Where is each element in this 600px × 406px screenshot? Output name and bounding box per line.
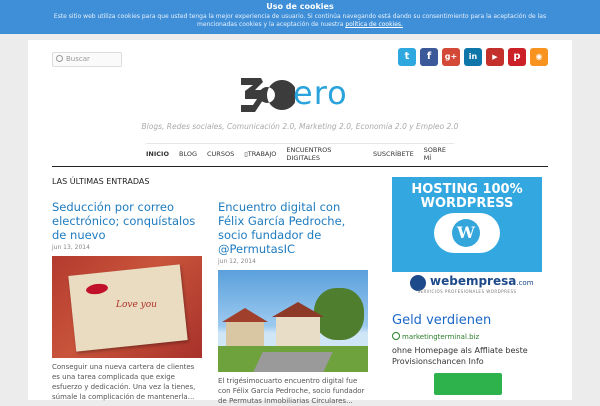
ad-headline: HOSTING 100% WORDPRESS: [411, 182, 523, 211]
post-date: jun 13, 2014: [52, 244, 90, 251]
facebook-icon[interactable]: f: [420, 48, 438, 66]
hosting-banner-ad[interactable]: HOSTING 100% WORDPRESS W webempresa.com …: [392, 177, 542, 299]
post-title[interactable]: Encuentro digital con Félix García Pedro…: [218, 200, 370, 256]
cookie-policy-link[interactable]: política de cookies.: [345, 21, 403, 28]
post-excerpt: El trigésimocuarto encuentro digital fue…: [218, 377, 365, 405]
google-plus-icon[interactable]: g+: [442, 48, 460, 66]
nav-item-trabajo[interactable]: ▯TRABAJO: [244, 150, 276, 158]
ad-brand: webempresa.com: [430, 274, 534, 288]
nav-item-sobre-mi[interactable]: SOBRE MÍ: [424, 146, 454, 162]
site-tagline: Blogs, Redes sociales, Comunicación 2.0,…: [141, 122, 459, 131]
roof-shape: [222, 308, 268, 322]
ad-brand-suffix: .com: [516, 279, 534, 287]
house-shape: [276, 316, 320, 346]
nav-item-trabajo-label: TRABAJO: [247, 150, 277, 158]
post-card: Seducción por correo electrónico; conquí…: [52, 200, 204, 402]
roof-shape: [272, 302, 324, 317]
logo-mark: [241, 78, 295, 112]
youtube-icon[interactable]: ▶: [486, 48, 504, 66]
page-container: Buscar t f g+ in ▶ p ◉ ero Blogs, Redes …: [28, 40, 572, 405]
section-title: LAS ÚLTIMAS ENTRADAS: [52, 177, 150, 186]
text-ad-button[interactable]: [434, 373, 502, 395]
nav-item-cursos[interactable]: CURSOS: [207, 150, 234, 158]
divider: [52, 166, 548, 167]
text-ad-body: ohne Homepage als Affliate beste Provisi…: [392, 346, 528, 366]
ad-info-icon: [392, 332, 400, 340]
text-ad-title[interactable]: Geld verdienen: [392, 313, 542, 328]
text-ad-url: marketingterminal.biz: [402, 333, 480, 341]
road-shape: [253, 352, 333, 372]
main-nav: INICIO BLOG CURSOS ▯TRABAJO ENCUENTROS D…: [146, 143, 454, 164]
nav-item-suscribete[interactable]: SUSCRÍBETE: [373, 150, 414, 158]
pinterest-icon[interactable]: p: [508, 48, 526, 66]
cookie-bar: Uso de cookies Este sitio web utiliza co…: [0, 0, 600, 34]
house-shape: [226, 320, 264, 346]
nav-item-inicio[interactable]: INICIO: [146, 150, 169, 158]
search-icon: [56, 55, 63, 62]
nav-item-blog[interactable]: BLOG: [179, 150, 197, 158]
twitter-icon[interactable]: t: [398, 48, 416, 66]
search-placeholder: Buscar: [66, 55, 90, 63]
logo-text: ero: [293, 74, 348, 112]
ad-subtitle: SERVICIOS PROFESIONALES WORDPRESS: [417, 289, 517, 294]
post-date: jun 12, 2014: [218, 258, 256, 265]
post-title[interactable]: Seducción por correo electrónico; conquí…: [52, 200, 204, 242]
social-icons: t f g+ in ▶ p ◉: [398, 48, 548, 66]
wordpress-icon: W: [452, 219, 480, 247]
text-ad-url-row[interactable]: marketingterminal.biz: [392, 332, 542, 341]
post-excerpt: Conseguir una nueva cartera de clientes …: [52, 363, 196, 401]
search-input[interactable]: Buscar: [52, 52, 122, 67]
cookie-message: Este sitio web utiliza cookies para que …: [0, 13, 600, 29]
post-image[interactable]: [218, 270, 368, 372]
rss-icon[interactable]: ◉: [530, 48, 548, 66]
ad-brand-name: webempresa: [430, 274, 517, 288]
post-image[interactable]: Love you: [52, 256, 202, 358]
cookie-message-text: Este sitio web utiliza cookies para que …: [53, 13, 547, 28]
cookie-title: Uso de cookies: [266, 2, 334, 11]
sidebar: HOSTING 100% WORDPRESS W webempresa.com …: [392, 177, 542, 395]
ad-footer: webempresa.com SERVICIOS PROFESIONALES W…: [392, 272, 542, 299]
nav-item-encuentros[interactable]: ENCUENTROS DIGITALES: [286, 146, 363, 162]
envelope-text: Love you: [116, 300, 157, 310]
linkedin-icon[interactable]: in: [464, 48, 482, 66]
post-card: Encuentro digital con Félix García Pedro…: [218, 200, 370, 406]
